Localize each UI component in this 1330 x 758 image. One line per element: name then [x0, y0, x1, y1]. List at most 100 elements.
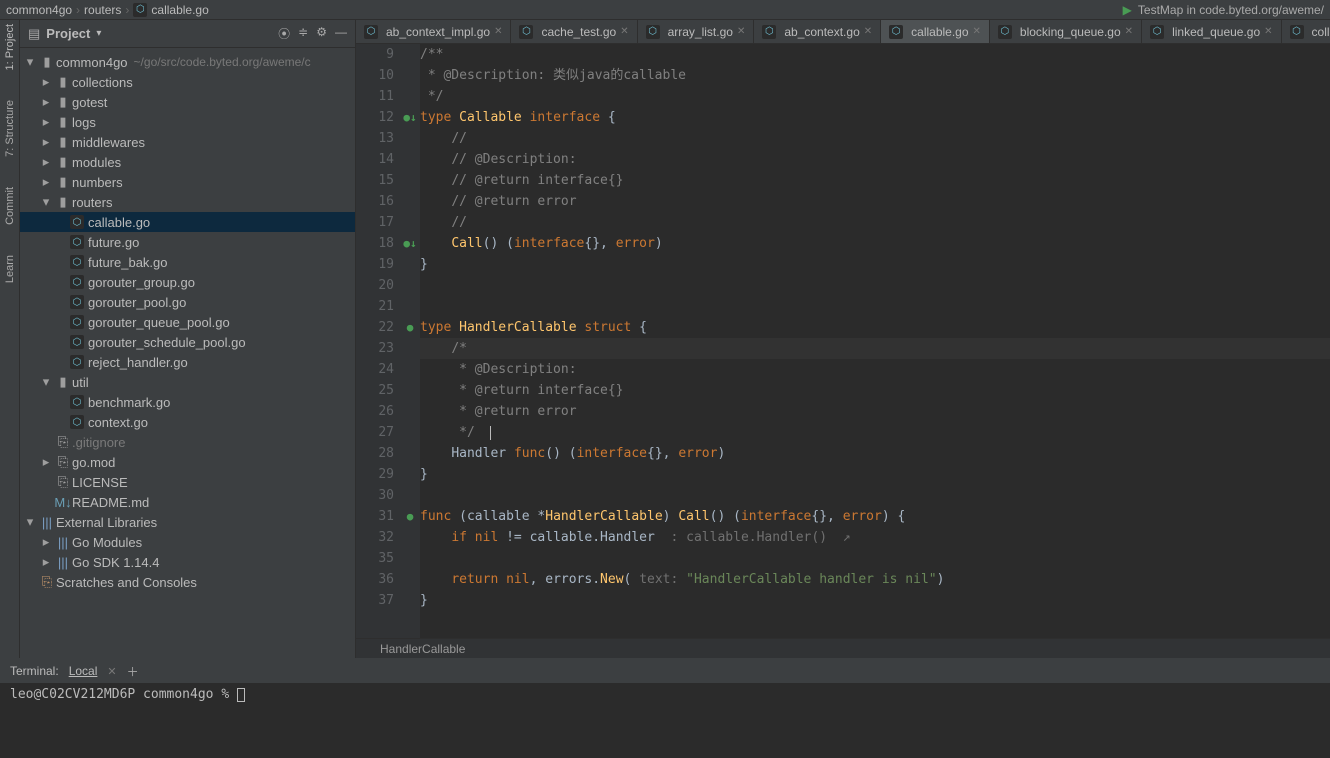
- line-number[interactable]: 19: [356, 254, 394, 275]
- tree-arrow-icon[interactable]: ▾: [38, 374, 54, 390]
- line-number[interactable]: 17: [356, 212, 394, 233]
- tool-commit[interactable]: Commit: [4, 187, 16, 225]
- code-line[interactable]: /**: [420, 44, 1330, 65]
- line-number[interactable]: 36: [356, 569, 394, 590]
- code-line[interactable]: // @return interface{}: [420, 170, 1330, 191]
- code-line[interactable]: func (callable *HandlerCallable) Call() …: [420, 506, 1330, 527]
- code-line[interactable]: //: [420, 212, 1330, 233]
- tree-arrow-icon[interactable]: ▾: [22, 514, 38, 530]
- editor-tab[interactable]: ab_context_impl.go✕: [356, 20, 511, 43]
- hide-icon[interactable]: —: [335, 25, 347, 42]
- tool-learn[interactable]: Learn: [4, 255, 16, 283]
- locate-icon[interactable]: ⦿: [278, 25, 290, 42]
- line-number[interactable]: 30: [356, 485, 394, 506]
- close-icon[interactable]: ✕: [737, 26, 745, 37]
- editor-tab[interactable]: linked_queue.go✕: [1142, 20, 1281, 43]
- line-number[interactable]: 13: [356, 128, 394, 149]
- close-icon[interactable]: ✕: [494, 26, 502, 37]
- tree-item[interactable]: ▸▮logs: [20, 112, 355, 132]
- tree-item[interactable]: ⎘.gitignore: [20, 432, 355, 452]
- editor-tab[interactable]: array_list.go✕: [638, 20, 755, 43]
- tree-arrow-icon[interactable]: ▸: [38, 154, 54, 170]
- run-config-icon[interactable]: ▶: [1123, 3, 1132, 17]
- line-number[interactable]: 22: [356, 317, 394, 338]
- breadcrumb-file[interactable]: callable.go: [151, 3, 208, 17]
- line-number[interactable]: 16: [356, 191, 394, 212]
- tool-structure[interactable]: 7: Structure: [4, 100, 16, 157]
- tree-item[interactable]: ⎘Scratches and Consoles: [20, 572, 355, 592]
- code-line[interactable]: * @return error: [420, 401, 1330, 422]
- tree-item[interactable]: ▸▮collections: [20, 72, 355, 92]
- breadcrumb-folder[interactable]: routers: [84, 3, 121, 17]
- editor-tab[interactable]: ab_context.go✕: [754, 20, 881, 43]
- code-line[interactable]: Call() (interface{}, error): [420, 233, 1330, 254]
- line-number[interactable]: 21: [356, 296, 394, 317]
- gear-icon[interactable]: ⚙: [316, 25, 327, 42]
- editor-tab[interactable]: collec✕: [1282, 20, 1330, 43]
- tree-item[interactable]: ▸⎘go.mod: [20, 452, 355, 472]
- tree-item[interactable]: ▸▮middlewares: [20, 132, 355, 152]
- line-number[interactable]: 27: [356, 422, 394, 443]
- code-line[interactable]: type Callable interface {: [420, 107, 1330, 128]
- code-line[interactable]: * @Description:: [420, 359, 1330, 380]
- line-number[interactable]: 29: [356, 464, 394, 485]
- code-line[interactable]: }: [420, 590, 1330, 611]
- new-terminal-icon[interactable]: ＋: [127, 663, 139, 680]
- close-icon[interactable]: ✕: [864, 26, 872, 37]
- code-line[interactable]: // @Description:: [420, 149, 1330, 170]
- code-line[interactable]: }: [420, 464, 1330, 485]
- gutter-mark-icon[interactable]: ●: [407, 321, 414, 334]
- tree-item[interactable]: ▸▮modules: [20, 152, 355, 172]
- code-line[interactable]: */: [420, 86, 1330, 107]
- line-number[interactable]: 14: [356, 149, 394, 170]
- breadcrumb-root[interactable]: common4go: [6, 3, 72, 17]
- tree-item[interactable]: ▾▮common4go~/go/src/code.byted.org/aweme…: [20, 52, 355, 72]
- tree-item[interactable]: ▸▮numbers: [20, 172, 355, 192]
- tree-item[interactable]: ▸|||Go SDK 1.14.4: [20, 552, 355, 572]
- tree-item[interactable]: gorouter_queue_pool.go: [20, 312, 355, 332]
- tree-arrow-icon[interactable]: ▾: [38, 194, 54, 210]
- tree-item[interactable]: gorouter_group.go: [20, 272, 355, 292]
- code-line[interactable]: * @Description: 类似java的callable: [420, 65, 1330, 86]
- line-number[interactable]: 11: [356, 86, 394, 107]
- line-number[interactable]: 10: [356, 65, 394, 86]
- gutter-mark-icon[interactable]: ●↓: [403, 111, 416, 124]
- project-title[interactable]: Project: [46, 26, 90, 41]
- run-config-label[interactable]: TestMap in code.byted.org/aweme/: [1138, 3, 1324, 17]
- tree-item[interactable]: ▸▮gotest: [20, 92, 355, 112]
- code-line[interactable]: // @return error: [420, 191, 1330, 212]
- close-icon[interactable]: ✕: [1264, 26, 1272, 37]
- code-line[interactable]: [420, 296, 1330, 317]
- tree-arrow-icon[interactable]: ▸: [38, 174, 54, 190]
- tree-item[interactable]: context.go: [20, 412, 355, 432]
- line-number[interactable]: 28: [356, 443, 394, 464]
- line-number[interactable]: 31: [356, 506, 394, 527]
- line-gutter[interactable]: 9101112131415161718192021222324252627282…: [356, 44, 400, 638]
- gutter-mark-icon[interactable]: ●: [407, 510, 414, 523]
- tree-item[interactable]: ⎘LICENSE: [20, 472, 355, 492]
- terminal-tab-local[interactable]: Local: [69, 664, 98, 678]
- code-line[interactable]: /*: [420, 338, 1330, 359]
- tree-arrow-icon[interactable]: ▸: [38, 454, 54, 470]
- tree-item[interactable]: future.go: [20, 232, 355, 252]
- tree-item[interactable]: future_bak.go: [20, 252, 355, 272]
- project-selector-icon[interactable]: ▤: [28, 26, 40, 42]
- code-line[interactable]: return nil, errors.New( text: "HandlerCa…: [420, 569, 1330, 590]
- terminal-body[interactable]: leo@C02CV212MD6P common4go %: [0, 683, 1330, 758]
- code-line[interactable]: [420, 485, 1330, 506]
- tree-arrow-icon[interactable]: ▸: [38, 94, 54, 110]
- tree-arrow-icon[interactable]: ▸: [38, 554, 54, 570]
- code-line[interactable]: * @return interface{}: [420, 380, 1330, 401]
- tree-arrow-icon[interactable]: ▸: [38, 134, 54, 150]
- line-number[interactable]: 9: [356, 44, 394, 65]
- code-line[interactable]: Handler func() (interface{}, error): [420, 443, 1330, 464]
- tree-item[interactable]: gorouter_schedule_pool.go: [20, 332, 355, 352]
- code-line[interactable]: }: [420, 254, 1330, 275]
- project-tree[interactable]: ▾▮common4go~/go/src/code.byted.org/aweme…: [20, 48, 355, 658]
- tree-item[interactable]: callable.go: [20, 212, 355, 232]
- code-area[interactable]: /** * @Description: 类似java的callable */ty…: [420, 44, 1330, 638]
- line-number[interactable]: 23: [356, 338, 394, 359]
- tree-arrow-icon[interactable]: ▾: [22, 54, 38, 70]
- tree-item[interactable]: ▾▮util: [20, 372, 355, 392]
- line-number[interactable]: 37: [356, 590, 394, 611]
